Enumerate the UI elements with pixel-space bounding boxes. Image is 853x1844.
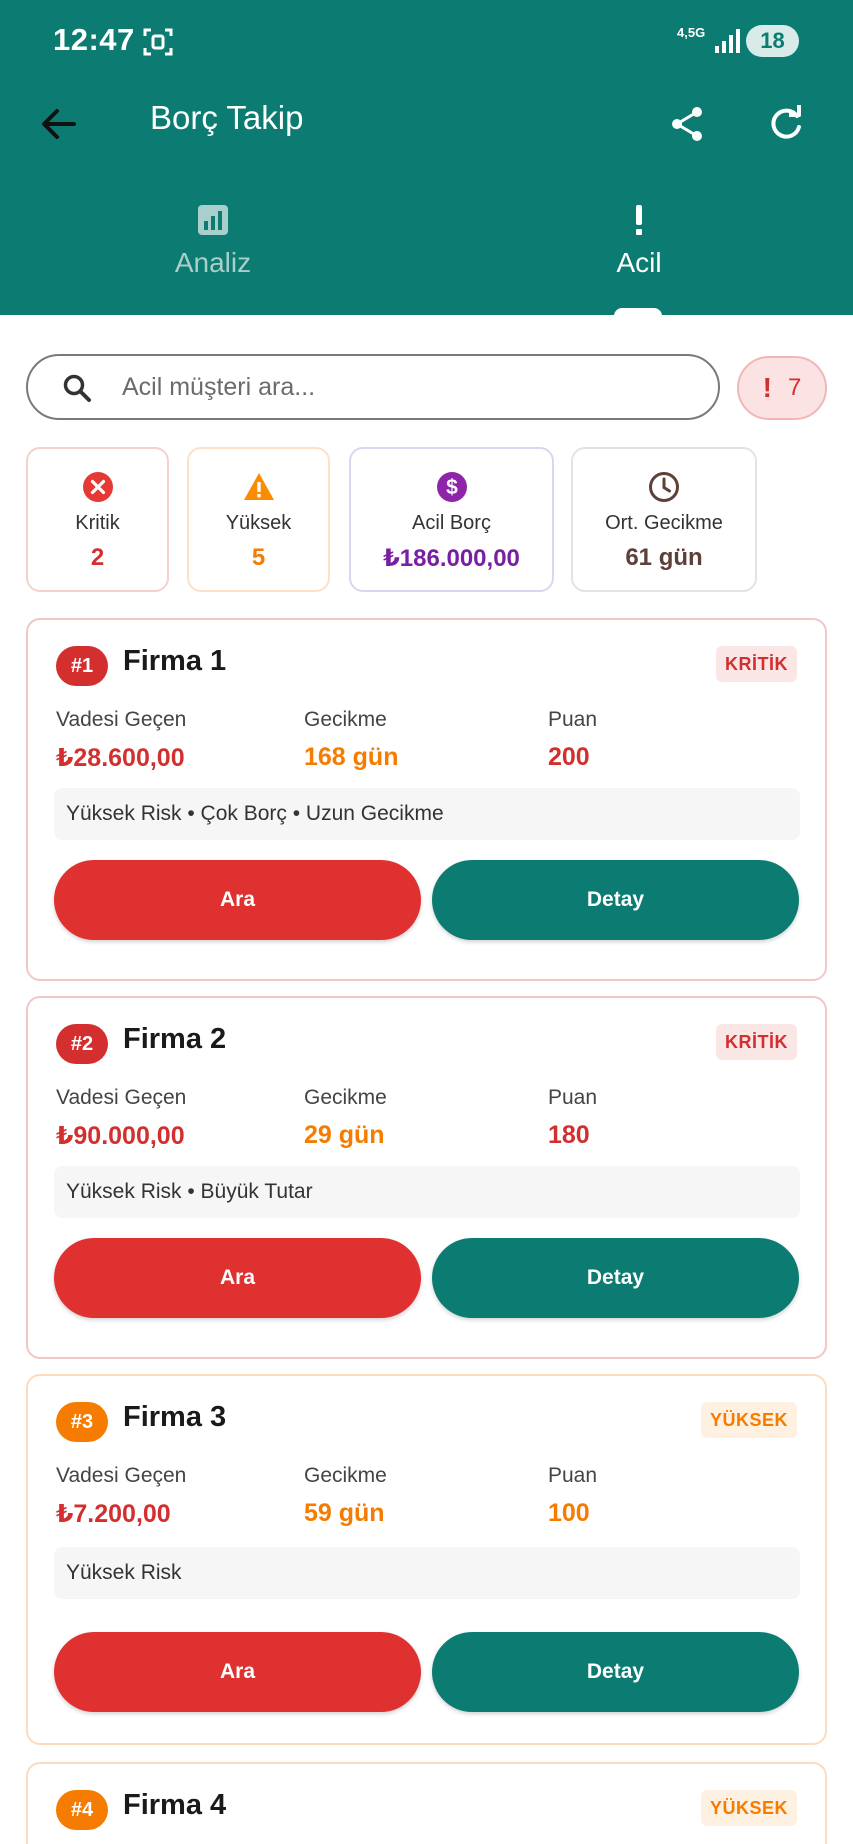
risk-level-badge: KRİTİK	[716, 1024, 797, 1060]
overdue-metric: Vadesi Geçen ₺7.200,00	[56, 1464, 186, 1529]
stat-value: 2	[90, 544, 105, 571]
metric-label: Gecikme	[304, 1464, 387, 1487]
tab-label: Analiz	[174, 247, 252, 278]
call-button[interactable]: Ara	[54, 860, 421, 940]
search-icon	[62, 373, 92, 403]
customer-name: Firma 3	[123, 1401, 227, 1433]
tab-label: Acil	[616, 247, 662, 278]
stat-label: Yüksek	[225, 512, 292, 534]
metric-label: Puan	[548, 1086, 598, 1109]
stat-kritik: Kritik 2	[26, 447, 169, 592]
battery-indicator: 18	[746, 25, 799, 57]
risk-tags: Yüksek Risk	[54, 1547, 800, 1599]
metric-value: 180	[548, 1121, 590, 1149]
metric-value: 100	[548, 1499, 590, 1527]
metric-value: 200	[548, 743, 590, 771]
delay-metric: Gecikme 29 gün	[304, 1086, 387, 1150]
search-input[interactable]	[122, 366, 682, 408]
overdue-metric: Vadesi Geçen ₺90.000,00	[56, 1086, 186, 1151]
app-bar: 12:47 4,5G 18 Borç Takip Analiz Acil	[0, 0, 853, 315]
refresh-icon	[771, 105, 801, 139]
metric-label: Gecikme	[304, 708, 387, 731]
clock-icon	[648, 471, 680, 503]
customer-name: Firma 1	[123, 645, 227, 677]
metric-label: Vadesi Geçen	[56, 1086, 187, 1109]
tab-acil[interactable]: Acil	[426, 195, 852, 315]
warning-icon	[243, 471, 275, 503]
call-button[interactable]: Ara	[54, 1238, 421, 1318]
rank-badge: #3	[56, 1402, 108, 1442]
metric-label: Puan	[548, 1464, 598, 1487]
svg-text:$: $	[446, 476, 458, 499]
exclamation-icon	[622, 203, 656, 237]
detail-button[interactable]: Detay	[432, 1238, 799, 1318]
score-metric: Puan 200	[548, 708, 597, 772]
toolbar: Borç Takip	[0, 84, 853, 194]
screenshot-icon	[143, 27, 173, 57]
status-bar: 12:47 4,5G 18	[0, 0, 853, 84]
detail-button[interactable]: Detay	[432, 1632, 799, 1712]
customer-name: Firma 4	[123, 1789, 227, 1821]
status-time: 12:47	[53, 22, 135, 57]
metric-value: 168 gün	[304, 743, 399, 771]
urgent-count-chip[interactable]: ! 7	[737, 356, 827, 420]
stat-value: 5	[251, 544, 266, 571]
metric-label: Vadesi Geçen	[56, 1464, 187, 1487]
stat-value: ₺186.000,00	[383, 545, 520, 572]
urgent-count: 7	[787, 374, 802, 401]
stat-label: Ort. Gecikme	[605, 512, 723, 534]
back-button[interactable]	[30, 96, 86, 152]
metric-value: 59 gün	[304, 1499, 385, 1527]
stat-acil-borc: $ Acil Borç ₺186.000,00	[349, 447, 554, 592]
overdue-metric: Vadesi Geçen ₺28.600,00	[56, 708, 186, 773]
bar-chart-icon	[196, 203, 230, 237]
customer-card[interactable]: #1 Firma 1 KRİTİK Vadesi Geçen ₺28.600,0…	[26, 618, 827, 981]
delay-metric: Gecikme 59 gün	[304, 1464, 387, 1528]
rank-badge: #4	[56, 1790, 108, 1830]
error-circle-icon	[82, 471, 114, 503]
metric-value: ₺90.000,00	[56, 1122, 185, 1150]
tab-analiz[interactable]: Analiz	[0, 195, 426, 315]
customer-card[interactable]: #2 Firma 2 KRİTİK Vadesi Geçen ₺90.000,0…	[26, 996, 827, 1359]
metric-label: Puan	[548, 708, 598, 731]
tab-bar: Analiz Acil	[0, 195, 853, 315]
metric-value: ₺7.200,00	[56, 1500, 171, 1528]
share-button[interactable]	[660, 96, 716, 152]
search-bar[interactable]	[26, 354, 720, 420]
arrow-left-icon	[42, 109, 76, 139]
rank-badge: #2	[56, 1024, 108, 1064]
score-metric: Puan 100	[548, 1464, 597, 1528]
page-title: Borç Takip	[150, 99, 304, 136]
customer-card[interactable]: #3 Firma 3 YÜKSEK Vadesi Geçen ₺7.200,00…	[26, 1374, 827, 1745]
stat-label: Kritik	[75, 512, 120, 534]
network-type: 4,5G	[677, 25, 706, 40]
stat-value: 61 gün	[625, 544, 703, 571]
refresh-button[interactable]	[758, 96, 814, 152]
risk-tags: Yüksek Risk • Büyük Tutar	[54, 1166, 800, 1218]
stat-yuksek: Yüksek 5	[187, 447, 330, 592]
stat-label: Acil Borç	[412, 512, 491, 534]
metric-label: Vadesi Geçen	[56, 708, 187, 731]
risk-tags: Yüksek Risk • Çok Borç • Uzun Gecikme	[54, 788, 800, 840]
alert-icon: !	[762, 372, 772, 403]
rank-badge: #1	[56, 646, 108, 686]
metric-value: ₺28.600,00	[56, 744, 185, 772]
customer-name: Firma 2	[123, 1023, 227, 1055]
stat-ort-gecikme: Ort. Gecikme 61 gün	[571, 447, 757, 592]
tab-indicator	[614, 308, 662, 316]
risk-level-badge: YÜKSEK	[700, 1790, 797, 1826]
risk-level-badge: KRİTİK	[716, 646, 797, 682]
customer-card[interactable]: #4 Firma 4 YÜKSEK	[26, 1762, 827, 1844]
metric-value: 29 gün	[304, 1121, 385, 1149]
dollar-circle-icon: $	[436, 471, 468, 503]
share-icon	[672, 107, 702, 141]
risk-level-badge: YÜKSEK	[700, 1402, 797, 1438]
score-metric: Puan 180	[548, 1086, 597, 1150]
delay-metric: Gecikme 168 gün	[304, 708, 398, 772]
detail-button[interactable]: Detay	[432, 860, 799, 940]
metric-label: Gecikme	[304, 1086, 387, 1109]
signal-icon	[714, 28, 742, 54]
call-button[interactable]: Ara	[54, 1632, 421, 1712]
